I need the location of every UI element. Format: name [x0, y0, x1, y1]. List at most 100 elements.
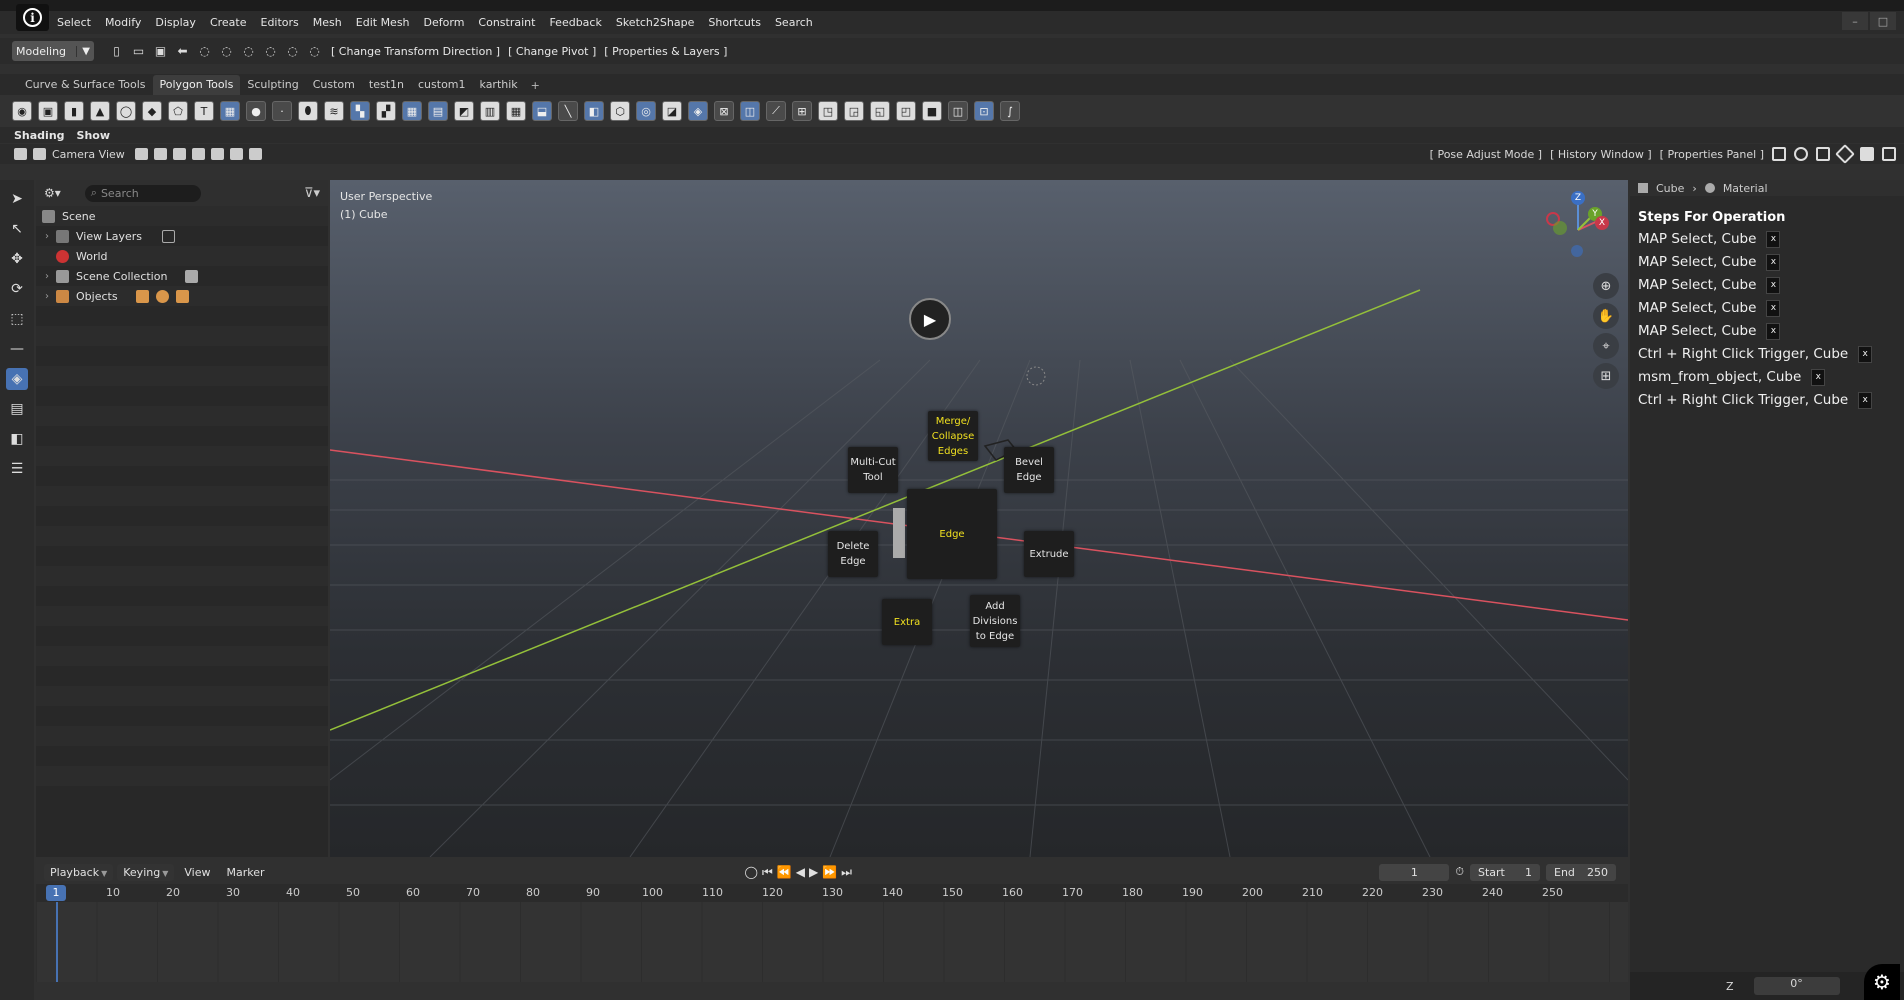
knife-icon[interactable]: ╲	[558, 101, 578, 121]
tab-custom[interactable]: Custom	[306, 75, 362, 95]
pan-hand-icon[interactable]: ✋	[1593, 303, 1619, 329]
pie-center-edge[interactable]: Edge	[907, 489, 997, 579]
filter-icon[interactable]: ⊽▾	[304, 186, 320, 201]
extract-icon[interactable]: ▦	[402, 101, 422, 121]
video-icon[interactable]	[14, 148, 27, 160]
open-folder-icon[interactable]: ▭	[130, 43, 147, 60]
breadcrumb-tab[interactable]: Material	[1723, 182, 1768, 195]
quadrangulate-icon[interactable]: ◫	[740, 101, 760, 121]
select-mode-icon[interactable]	[1816, 147, 1830, 161]
poke-icon[interactable]: ◈	[688, 101, 708, 121]
info-button[interactable]: i	[16, 4, 49, 31]
measure-icon[interactable]: ◧	[6, 428, 28, 450]
diamond-icon[interactable]	[1835, 144, 1855, 164]
remove-step-button[interactable]: x	[1766, 322, 1781, 340]
current-frame-marker[interactable]: 1	[46, 885, 66, 901]
marker-menu[interactable]: Marker	[220, 864, 270, 881]
tab-custom1[interactable]: custom1	[411, 75, 473, 95]
properties-layers-button[interactable]: [ Properties & Layers ]	[604, 45, 727, 58]
rotate-icon[interactable]: ⟳	[6, 278, 28, 300]
remove-step-button[interactable]: x	[1766, 253, 1781, 271]
playback-dropdown[interactable]: Playback ▼	[44, 863, 114, 881]
menu-sketch2shape[interactable]: Sketch2Shape	[609, 16, 702, 29]
scale-icon[interactable]: ⬚	[6, 308, 28, 330]
menu-mesh[interactable]: Mesh	[306, 16, 349, 29]
bridge-icon[interactable]: ⬓	[532, 101, 552, 121]
menu-display[interactable]: Display	[148, 16, 203, 29]
remove-step-button[interactable]: x	[1766, 276, 1781, 294]
seam-icon[interactable]: ◱	[870, 101, 890, 121]
light-icon[interactable]	[1026, 366, 1046, 386]
monkey-icon[interactable]: ●	[246, 101, 266, 121]
pack-icon[interactable]: ◰	[896, 101, 916, 121]
axis-gizmo[interactable]: Z Y X	[1538, 190, 1618, 270]
wireframe-icon[interactable]: ⊞	[792, 101, 812, 121]
pie-add-divisions[interactable]: Add Divisions to Edge	[970, 595, 1020, 647]
restore-icon[interactable]: □	[1870, 12, 1896, 30]
magnet-icon[interactable]: ◌	[262, 43, 279, 60]
menu-search[interactable]: Search	[768, 16, 820, 29]
rotation-z-field[interactable]: 0°	[1753, 977, 1840, 995]
cube-mesh[interactable]	[893, 508, 905, 558]
remove-step-button[interactable]: x	[1858, 345, 1873, 363]
array-icon[interactable]: ▦	[506, 101, 526, 121]
cube-icon[interactable]: ▣	[38, 101, 58, 121]
pie-bevel-edge[interactable]: Bevel Edge	[1004, 447, 1054, 493]
expand-icon[interactable]: ›	[42, 231, 52, 242]
outliner-row-objects[interactable]: › Objects	[36, 286, 328, 306]
pie-merge-collapse-edges[interactable]: Merge/ Collapse Edges	[928, 411, 978, 461]
gizmo-neg-y[interactable]	[1553, 221, 1567, 235]
boolean-union-icon[interactable]: ▤	[428, 101, 448, 121]
sphere-icon[interactable]: ◉	[12, 101, 32, 121]
bevel-icon[interactable]: ⬡	[610, 101, 630, 121]
new-file-icon[interactable]: ▯	[108, 43, 125, 60]
menu-modify[interactable]: Modify	[98, 16, 148, 29]
symmetry-icon[interactable]: ◫	[948, 101, 968, 121]
magnet-icon[interactable]: ◌	[284, 43, 301, 60]
properties-panel-button[interactable]: [ Properties Panel ]	[1660, 148, 1764, 161]
frame-ruler[interactable]: 1 10 20 30 40 50 60 70 80 90 100 110 120…	[36, 884, 1628, 902]
text-icon[interactable]: T	[194, 101, 214, 121]
remove-step-button[interactable]: x	[1858, 391, 1873, 409]
end-frame-field[interactable]: End 250	[1546, 863, 1616, 881]
boolean-diff-icon[interactable]: ◩	[454, 101, 474, 121]
inset-icon[interactable]: ◪	[662, 101, 682, 121]
tab-curve-surface-tools[interactable]: Curve & Surface Tools	[18, 75, 153, 95]
solid-icon[interactable]	[172, 148, 186, 160]
timeline-track-area[interactable]	[36, 902, 1628, 982]
tab-karthik[interactable]: karthik	[473, 75, 525, 95]
frame-icon[interactable]	[134, 148, 148, 160]
menu-deform[interactable]: Deform	[417, 16, 472, 29]
playhead-line[interactable]	[56, 902, 58, 982]
ortho-grid-icon[interactable]: ⊞	[1593, 363, 1619, 389]
play-reverse-icon[interactable]: ◀	[796, 865, 805, 879]
unwrap-icon[interactable]: ◲	[844, 101, 864, 121]
change-pivot-button[interactable]: [ Change Pivot ]	[508, 45, 596, 58]
pie-extra[interactable]: Extra	[882, 599, 932, 645]
next-key-icon[interactable]: ⏩	[822, 865, 837, 879]
annotate-icon[interactable]: ▤	[6, 398, 28, 420]
remove-step-button[interactable]: x	[1766, 230, 1781, 248]
cube-view-icon[interactable]	[1772, 147, 1786, 161]
change-transform-direction-button[interactable]: [ Change Transform Direction ]	[331, 45, 500, 58]
start-frame-field[interactable]: Start 1	[1470, 863, 1540, 881]
camera-view-button[interactable]: Camera View	[52, 148, 125, 161]
polygon-icon[interactable]: ⬠	[168, 101, 188, 121]
menu-constraint[interactable]: Constraint	[471, 16, 542, 29]
torus-icon[interactable]: ◯	[116, 101, 136, 121]
outliner-search-input[interactable]: ⌕ Search	[84, 184, 201, 202]
jump-start-icon[interactable]: ⏮	[762, 865, 773, 880]
gear-icon[interactable]: ⚙	[1864, 964, 1900, 1000]
uv-icon[interactable]: ◳	[818, 101, 838, 121]
remove-step-button[interactable]: x	[1766, 299, 1781, 317]
zoom-icon[interactable]: ⊕	[1593, 273, 1619, 299]
expand-icon[interactable]: ›	[42, 291, 52, 302]
mode-dropdown[interactable]: Modeling ▼	[12, 41, 94, 61]
plane-icon[interactable]: ◆	[142, 101, 162, 121]
overlay-icon[interactable]	[229, 148, 243, 160]
lasso-icon[interactable]	[153, 148, 167, 160]
gizmo-x[interactable]: X	[1595, 216, 1609, 230]
mirror-icon[interactable]: ▥	[480, 101, 500, 121]
solid-cube-icon[interactable]	[1860, 147, 1874, 161]
select-cursor-icon[interactable]: ➤	[6, 188, 28, 210]
